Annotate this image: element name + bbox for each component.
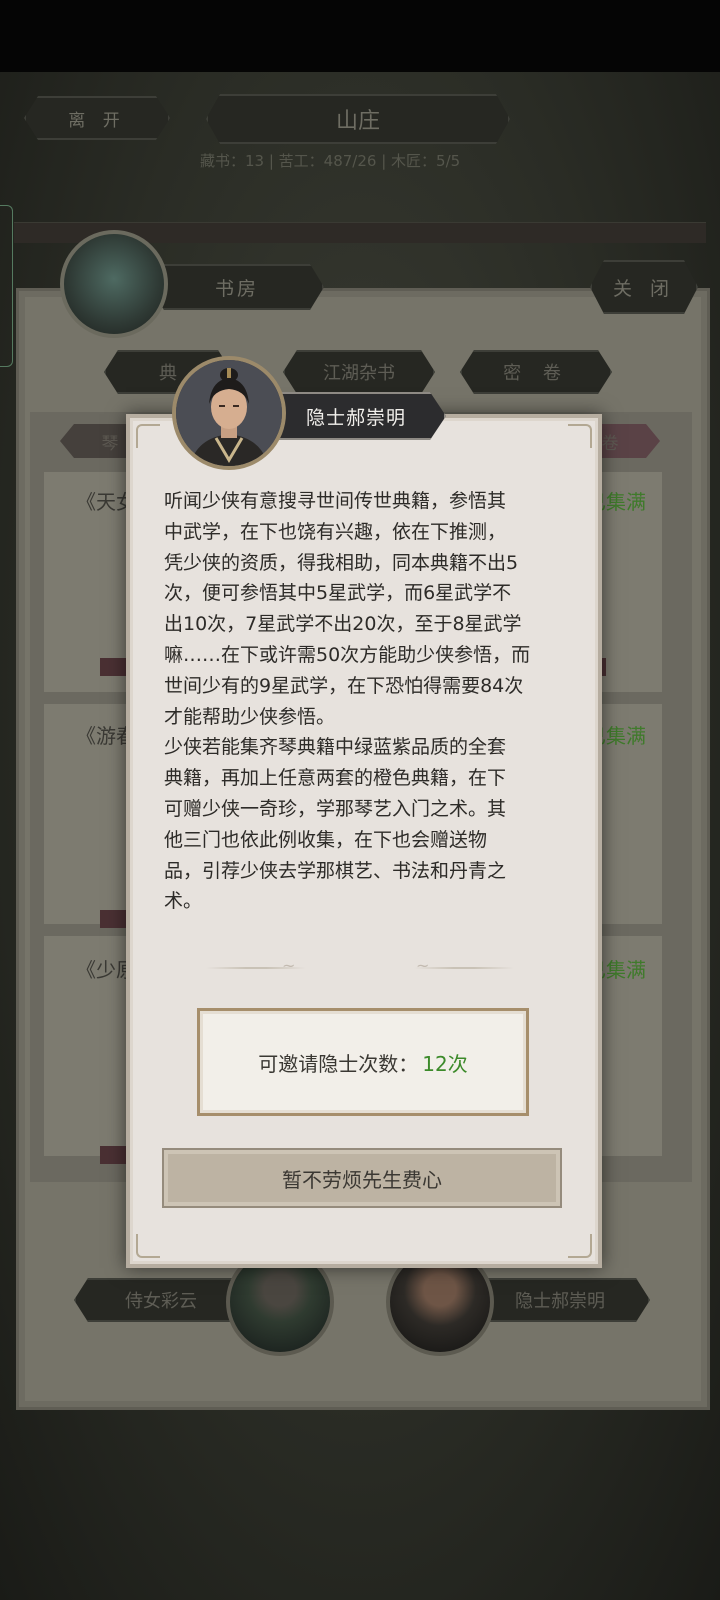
manor-title: 山庄 <box>206 94 510 144</box>
hermit-button[interactable]: 隐士郝崇明 <box>470 1278 650 1322</box>
decline-button[interactable]: 暂不劳烦先生费心 <box>162 1148 562 1208</box>
dialog-body-text: 听闻少侠有意搜寻世间传世典籍，参悟其 中武学，在下也饶有兴趣，依在下推测， 凭少… <box>164 490 531 913</box>
speaker-name-plate: 隐士郝崇明 <box>266 392 446 440</box>
invite-count-box: 可邀请隐士次数： 12次 <box>197 1008 529 1116</box>
side-panel-edge <box>0 205 13 367</box>
hermit-portrait-icon <box>172 356 286 470</box>
room-title: 书房 <box>150 264 324 310</box>
corner-ornament <box>568 424 592 448</box>
invite-count-label: 可邀请隐士次数： <box>258 1051 419 1076</box>
leave-button[interactable]: 离 开 <box>24 96 170 140</box>
status-bar <box>0 0 720 72</box>
tab-jianghu-books[interactable]: 江湖杂书 <box>283 350 435 394</box>
swirl-icon: ~ <box>416 956 430 975</box>
manor-stats: 藏书：13 | 苦工：487/26 | 木匠：5/5 <box>200 152 461 170</box>
tab-secret-scrolls[interactable]: 密 卷 <box>460 350 612 394</box>
portrait-illustration <box>176 360 282 466</box>
corner-ornament <box>136 424 160 448</box>
swirl-icon: ~ <box>282 956 296 975</box>
maid-button[interactable]: 侍女彩云 <box>74 1278 248 1322</box>
corner-ornament <box>136 1234 160 1258</box>
corner-ornament <box>568 1234 592 1258</box>
invite-count-value: 12次 <box>422 1051 468 1076</box>
study-building-icon <box>60 230 168 338</box>
close-button[interactable]: 关 闭 <box>590 260 698 314</box>
